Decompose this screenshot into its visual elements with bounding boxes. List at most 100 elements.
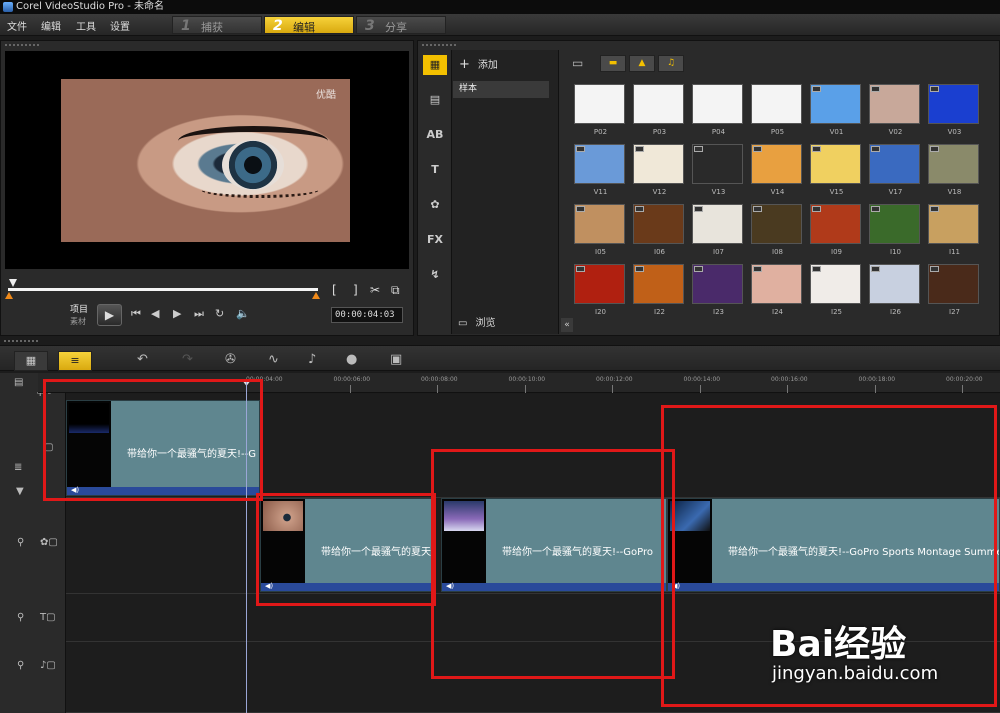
library-thumbnail[interactable]: I06 xyxy=(633,204,684,256)
transition-icon[interactable]: AB xyxy=(423,125,447,145)
volume-icon[interactable]: 🔈 xyxy=(236,307,250,320)
library-thumbnail[interactable]: P02 xyxy=(574,84,625,136)
library-thumbnail[interactable]: I20 xyxy=(574,264,625,316)
library-thumbnail[interactable]: I24 xyxy=(751,264,802,316)
lock-icon[interactable]: ⚲ xyxy=(17,612,24,623)
media-type-icon xyxy=(576,146,585,152)
library-thumbnail[interactable]: I22 xyxy=(633,264,684,316)
library-thumbnail[interactable]: V12 xyxy=(633,144,684,196)
browse-button[interactable]: ▭ 浏览 xyxy=(458,314,495,329)
step-capture[interactable]: 1 捕获 xyxy=(172,16,262,34)
highlight-box xyxy=(431,449,675,679)
thumbnail-label: I22 xyxy=(654,308,665,316)
library-thumbnail[interactable]: V03 xyxy=(928,84,979,136)
library-thumbnail[interactable]: I09 xyxy=(810,204,861,256)
mark-out-icon[interactable]: ] xyxy=(353,283,358,297)
library-thumbnail[interactable]: P04 xyxy=(692,84,743,136)
thumbnail-label: I27 xyxy=(949,308,960,316)
library-thumbnail[interactable]: V02 xyxy=(869,84,920,136)
thumbnail-label: V03 xyxy=(947,128,962,136)
library-thumbnail[interactable]: I27 xyxy=(928,264,979,316)
menu-edit[interactable]: 编辑 xyxy=(41,18,61,33)
ruler-time-label: 00:00:12:00 xyxy=(596,376,633,383)
timeline-grip[interactable] xyxy=(4,340,38,342)
step-edit[interactable]: 2 编辑 xyxy=(264,16,354,34)
voice-track-icon: ♪▢ xyxy=(40,660,56,671)
repeat-icon[interactable]: ↻ xyxy=(215,307,224,320)
auto-music-icon[interactable]: ♪ xyxy=(308,352,316,367)
library-thumbnail[interactable]: P05 xyxy=(751,84,802,136)
lock-icon[interactable]: ⚲ xyxy=(17,660,24,671)
show-audio-icon[interactable]: ♫ xyxy=(658,55,684,72)
lock-icon[interactable]: ⚲ xyxy=(17,537,24,548)
instant-project-icon[interactable]: ▤ xyxy=(423,90,447,110)
library-thumbnail[interactable]: I05 xyxy=(574,204,625,256)
library-grip[interactable] xyxy=(422,44,456,46)
expand-track-icon[interactable]: ▼ xyxy=(16,486,24,497)
timecode-field[interactable]: 00:00:04:03 xyxy=(331,307,403,323)
clip-mode-label[interactable]: 素材 xyxy=(70,316,86,327)
media-tab-icon[interactable]: ▦ xyxy=(423,55,447,75)
library-thumbnail[interactable]: V13 xyxy=(692,144,743,196)
library-thumbnail[interactable]: I07 xyxy=(692,204,743,256)
subtitle-editor-icon[interactable]: ▣ xyxy=(390,352,402,367)
track-manager-icon[interactable]: ▤ xyxy=(14,377,23,388)
library-thumbnail[interactable]: V18 xyxy=(928,144,979,196)
ripple-edit-icon[interactable]: ≣ xyxy=(14,462,22,473)
library-thumbnail[interactable]: V17 xyxy=(869,144,920,196)
project-mode-label[interactable]: 项目 xyxy=(70,302,88,315)
home-icon[interactable]: ⏮ xyxy=(131,307,141,321)
panel-grip[interactable] xyxy=(5,44,39,46)
library-thumbnail[interactable]: I10 xyxy=(869,204,920,256)
highlight-box xyxy=(43,379,263,501)
menu-file[interactable]: 文件 xyxy=(7,18,27,33)
menu-tools[interactable]: 工具 xyxy=(76,18,96,33)
split-clip-icon[interactable]: ✂ xyxy=(370,283,380,297)
menu-settings[interactable]: 设置 xyxy=(110,18,130,33)
add-folder-button[interactable]: + 添加 xyxy=(459,56,498,72)
next-frame-icon[interactable]: ▶ xyxy=(173,307,181,320)
prev-frame-icon[interactable]: ◀ xyxy=(151,307,159,320)
library-thumbnail[interactable]: I26 xyxy=(869,264,920,316)
library-thumbnail[interactable]: V14 xyxy=(751,144,802,196)
record-capture-icon[interactable]: ✇ xyxy=(225,352,236,367)
collapse-library-button[interactable]: « xyxy=(561,318,573,332)
library-thumbnail[interactable]: P03 xyxy=(633,84,684,136)
library-thumbnail[interactable]: I23 xyxy=(692,264,743,316)
baidu-logo-text: Bai经验 xyxy=(770,624,907,665)
title-bar: Corel VideoStudio Pro - 未命名 xyxy=(0,0,1000,14)
thumbnail-label: V17 xyxy=(888,188,903,196)
scrub-bar[interactable] xyxy=(8,288,318,291)
step-share[interactable]: 3 分享 xyxy=(356,16,446,34)
redo-icon[interactable]: ↷ xyxy=(182,352,193,367)
ruler-time-label: 00:00:20:00 xyxy=(946,376,983,383)
thumbnail-label: V13 xyxy=(711,188,726,196)
enlarge-icon[interactable]: ⧉ xyxy=(391,283,400,298)
show-video-icon[interactable]: ▬ xyxy=(600,55,626,72)
folder-icon[interactable]: ▭ xyxy=(572,56,583,70)
end-icon[interactable]: ⏭ xyxy=(194,307,204,321)
title-icon[interactable]: T xyxy=(423,160,447,180)
path-icon[interactable]: ↯ xyxy=(423,265,447,285)
video-watermark: 优酷 xyxy=(316,90,336,101)
library-thumbnail[interactable]: V11 xyxy=(574,144,625,196)
timeline-view-button[interactable]: ≡ xyxy=(58,351,92,371)
sound-mixer-icon[interactable]: ∿ xyxy=(268,352,279,367)
show-photo-icon[interactable]: ▲ xyxy=(629,55,655,72)
undo-icon[interactable]: ↶ xyxy=(137,352,148,367)
graphic-icon[interactable]: ✿ xyxy=(423,195,447,215)
media-type-icon xyxy=(694,146,703,152)
media-type-icon xyxy=(694,266,703,272)
filter-fx-icon[interactable]: FX xyxy=(423,230,447,250)
play-button[interactable]: ▶ xyxy=(97,304,122,326)
folder-samples[interactable]: 样本 xyxy=(453,81,549,98)
library-thumbnail[interactable]: I25 xyxy=(810,264,861,316)
library-thumbnail[interactable]: I11 xyxy=(928,204,979,256)
library-thumbnail[interactable]: I08 xyxy=(751,204,802,256)
mark-in-icon[interactable]: [ xyxy=(332,283,337,297)
storyboard-view-button[interactable]: ▦ xyxy=(14,351,48,371)
thumbnail-label: I05 xyxy=(595,248,606,256)
library-thumbnail[interactable]: V15 xyxy=(810,144,861,196)
library-thumbnail[interactable]: V01 xyxy=(810,84,861,136)
motion-tracking-icon[interactable]: ● xyxy=(346,352,357,367)
